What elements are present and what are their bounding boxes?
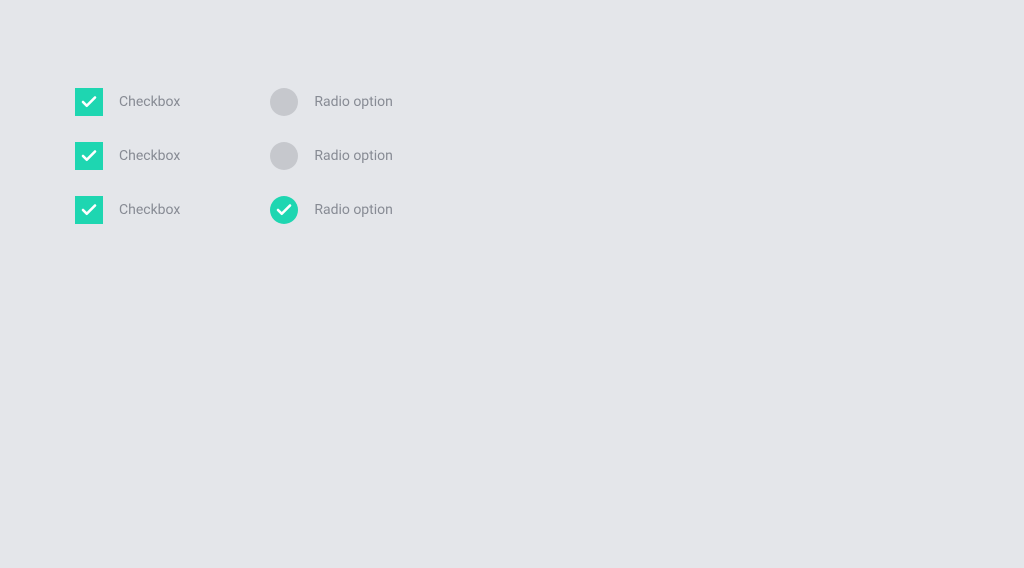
checkbox-label-3: Checkbox — [119, 202, 180, 218]
check-icon — [80, 93, 98, 111]
checkbox-1[interactable] — [75, 88, 103, 116]
checkbox-2[interactable] — [75, 142, 103, 170]
checkbox-label-2: Checkbox — [119, 148, 180, 164]
radio-1[interactable] — [270, 88, 298, 116]
form-container: Checkbox Checkbox Checkbox Radio option — [75, 88, 393, 224]
radio-label-2: Radio option — [314, 148, 393, 164]
checkbox-item-2[interactable]: Checkbox — [75, 142, 180, 170]
radio-item-2[interactable]: Radio option — [270, 142, 393, 170]
checkbox-3[interactable] — [75, 196, 103, 224]
checkbox-item-3[interactable]: Checkbox — [75, 196, 180, 224]
check-icon — [80, 201, 98, 219]
radio-label-3: Radio option — [314, 202, 393, 218]
radio-item-1[interactable]: Radio option — [270, 88, 393, 116]
radio-label-1: Radio option — [314, 94, 393, 110]
checkbox-column: Checkbox Checkbox Checkbox — [75, 88, 180, 224]
check-icon — [275, 201, 293, 219]
radio-2[interactable] — [270, 142, 298, 170]
radio-item-3[interactable]: Radio option — [270, 196, 393, 224]
checkbox-label-1: Checkbox — [119, 94, 180, 110]
checkbox-item-1[interactable]: Checkbox — [75, 88, 180, 116]
radio-column: Radio option Radio option Radio option — [270, 88, 393, 224]
radio-3[interactable] — [270, 196, 298, 224]
check-icon — [80, 147, 98, 165]
